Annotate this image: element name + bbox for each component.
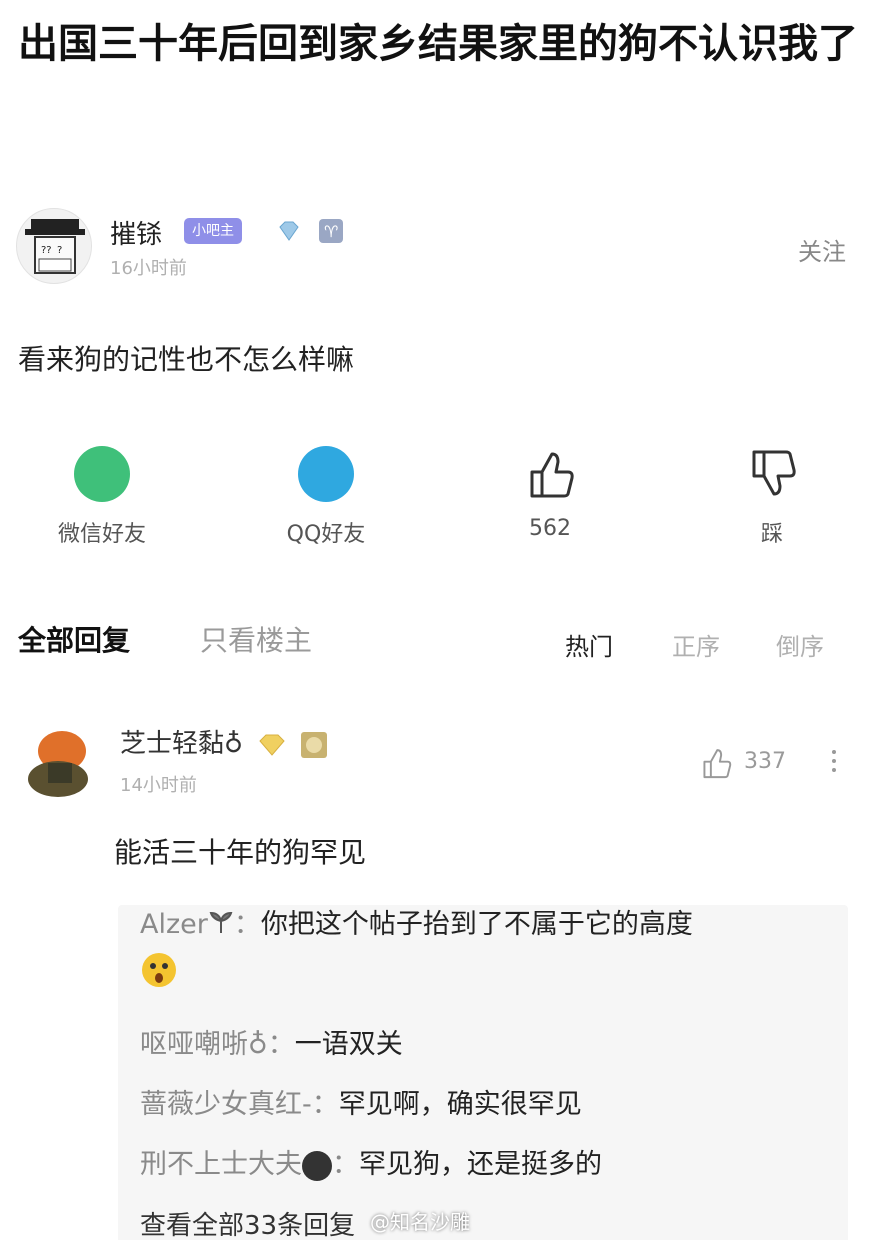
sub-reply-item[interactable]: Alzer ：你把这个帖子抬到了不属于它的高度 — [140, 905, 830, 1001]
like-button[interactable]: 562 — [470, 440, 630, 541]
dislike-button[interactable]: 踩 — [692, 440, 852, 548]
sub-reply-item[interactable]: 刑不上士大夫 ：罕见狗，还是挺多的 — [140, 1145, 602, 1185]
sub-reply-author[interactable]: 刑不上士大夫 — [140, 1149, 302, 1180]
share-wechat-button[interactable]: 微信好友 — [22, 440, 182, 548]
post-time: 16小时前 — [110, 258, 187, 279]
sprout-icon — [209, 911, 233, 933]
share-qq-button[interactable]: QQ好友 — [246, 440, 406, 548]
dark-face-emoji-icon — [302, 1150, 332, 1181]
level-badge-icon — [300, 731, 327, 758]
comment-like-count: 337 — [744, 749, 786, 774]
post-author-row: ?? ? 摧铩 小吧主 ♈ 16小时前 关注 — [16, 208, 876, 288]
sub-reply-text: 罕见啊，确实很罕见 — [338, 1089, 582, 1120]
comment-item: 芝士轻黏♁ 14小时前 337 能活三十年的狗罕见 Alzer ：你把这个帖子抬到… — [0, 715, 888, 1240]
sub-reply-separator: ： — [233, 909, 261, 940]
weibo-watermark: @知名沙雕 — [370, 1210, 470, 1234]
sub-reply-text: 一语双关 — [294, 1029, 403, 1060]
svg-text:?: ? — [57, 245, 62, 256]
comment-text: 能活三十年的狗罕见 — [114, 836, 367, 869]
gem-icon — [259, 734, 285, 756]
sort-hot[interactable]: 热门 — [565, 627, 613, 662]
comment-like-button[interactable]: 337 — [698, 745, 798, 785]
sub-replies: Alzer ：你把这个帖子抬到了不属于它的高度 呕哑嘲哳♁：一语双关 蔷薇少女真红… — [118, 905, 848, 1240]
sub-reply-author[interactable]: 呕哑嘲哳♁ — [140, 1029, 268, 1060]
thumbs-up-icon — [530, 452, 574, 498]
post-title: 出国三十年后回到家乡结果家里的狗不认识我了 — [18, 21, 858, 67]
view-all-replies-link[interactable]: 查看全部33条回复 — [140, 1205, 355, 1240]
tab-owner-only[interactable]: 只看楼主 — [200, 619, 312, 659]
sub-reply-separator: ： — [332, 1149, 359, 1180]
post-body: 看来狗的记性也不怎么样嘛 — [18, 343, 355, 376]
svg-text:??: ?? — [41, 245, 52, 256]
sort-ascending[interactable]: 正序 — [672, 627, 720, 662]
sub-reply-separator: ： — [267, 1029, 295, 1060]
reply-tabs: 全部回复 只看楼主 热门 正序 倒序 — [0, 615, 888, 665]
aries-sign-icon: ♈ — [319, 219, 343, 243]
thumbs-down-icon — [752, 450, 796, 496]
avatar[interactable] — [22, 723, 96, 803]
sub-reply-item[interactable]: 蔷薇少女真红-：罕见啊，确实很罕见 — [140, 1085, 582, 1125]
share-qq-label: QQ好友 — [286, 522, 366, 547]
share-wechat-label: 微信好友 — [57, 522, 146, 547]
sub-reply-text: 罕见狗，还是挺多的 — [359, 1149, 602, 1180]
thumbs-up-icon — [703, 749, 732, 779]
comment-author[interactable]: 芝士轻黏♁ — [120, 723, 328, 760]
surprised-emoji-icon — [140, 951, 830, 1001]
share-actions: 微信好友 QQ好友 562 踩 — [0, 440, 888, 550]
moderator-badge: 小吧主 — [184, 218, 242, 244]
sub-reply-item[interactable]: 呕哑嘲哳♁：一语双关 — [140, 1025, 403, 1065]
qq-icon — [298, 446, 354, 502]
diamond-icon — [279, 221, 299, 241]
like-count: 562 — [529, 516, 571, 541]
svg-text:♈: ♈ — [324, 222, 338, 241]
comment-time: 14小时前 — [120, 775, 197, 796]
avatar[interactable]: ?? ? — [16, 208, 92, 284]
follow-button[interactable]: 关注 — [798, 232, 846, 267]
sub-reply-author[interactable]: Alzer — [140, 909, 208, 940]
sub-reply-separator: ： — [311, 1089, 339, 1120]
more-options-icon[interactable] — [824, 745, 844, 785]
author-name[interactable]: 摧铩 — [110, 214, 162, 251]
sub-reply-author[interactable]: 蔷薇少女真红- — [140, 1089, 312, 1120]
sort-descending[interactable]: 倒序 — [776, 627, 824, 662]
wechat-icon — [74, 446, 130, 502]
tab-all-replies[interactable]: 全部回复 — [18, 619, 130, 659]
dislike-label: 踩 — [760, 522, 783, 547]
avatar-illustration: ?? ? — [25, 219, 85, 274]
comment-author-name: 芝士轻黏♁ — [120, 729, 244, 759]
sub-reply-text: 你把这个帖子抬到了不属于它的高度 — [260, 909, 693, 940]
